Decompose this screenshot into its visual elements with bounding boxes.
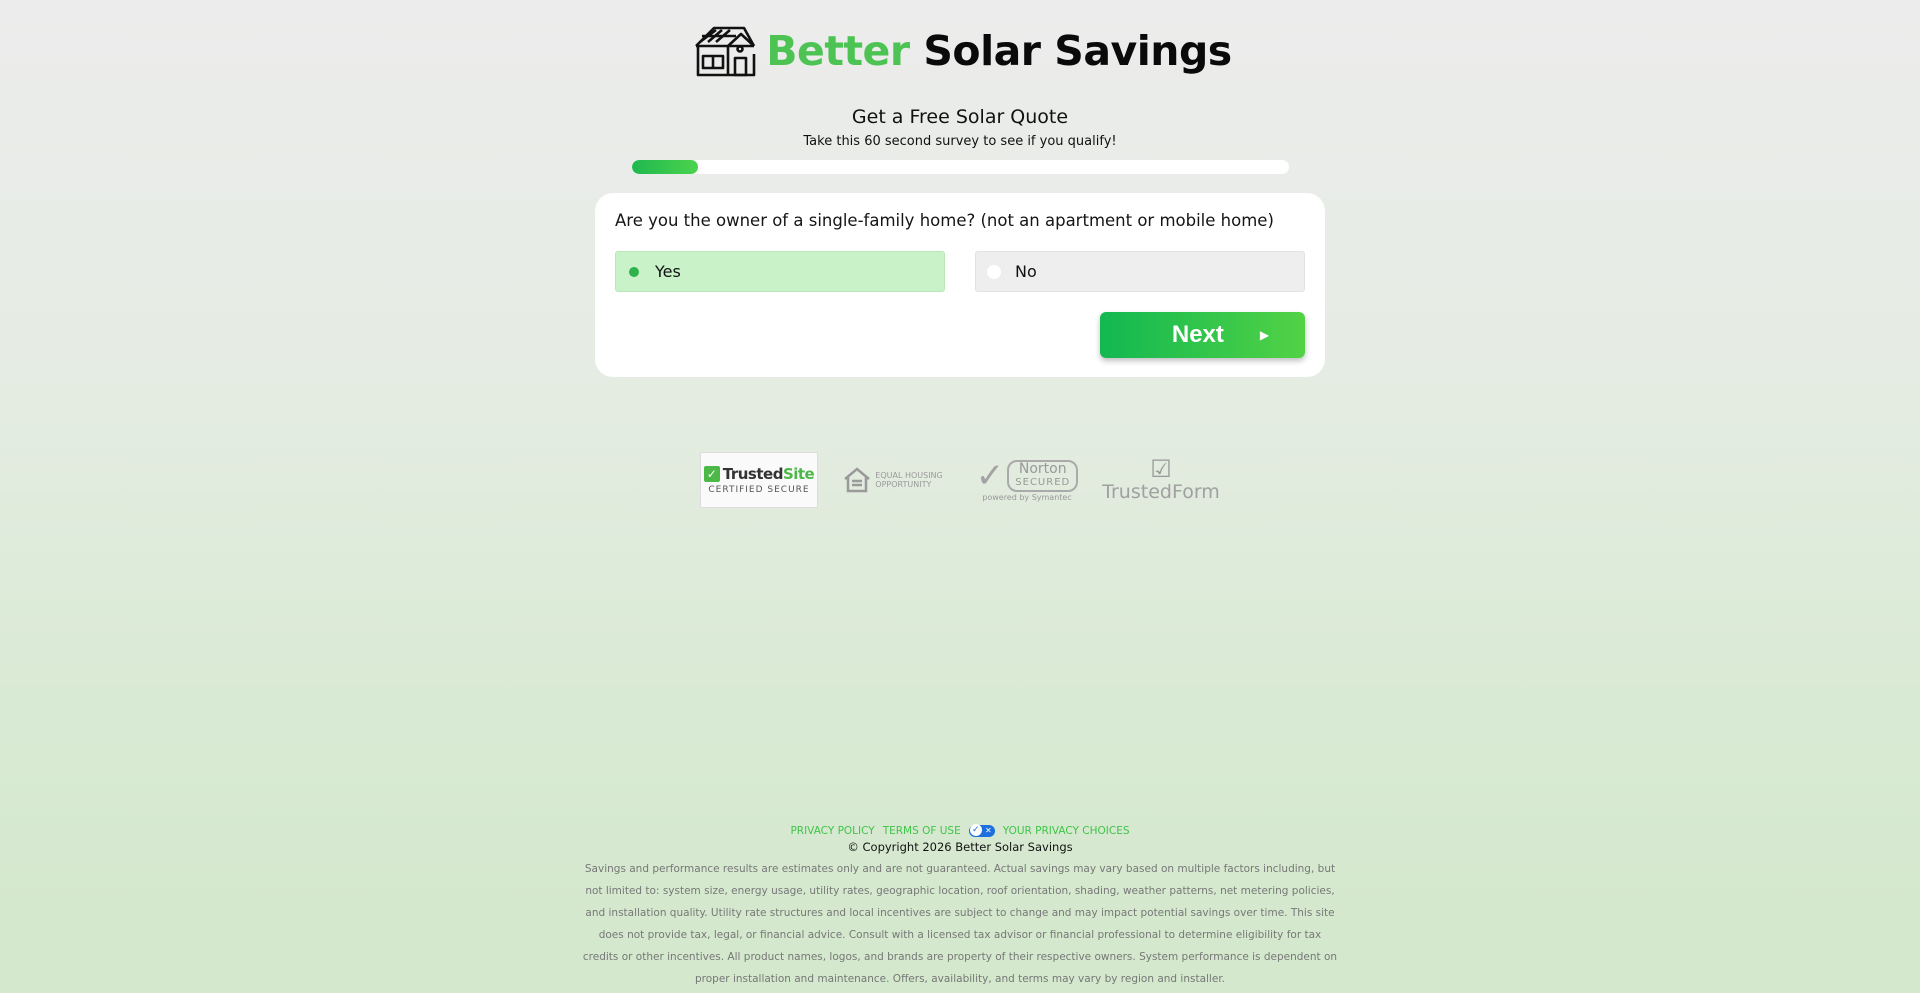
- survey-progress-bar: [632, 160, 1289, 174]
- eho-line1: EQUAL HOUSING: [875, 471, 943, 480]
- radio-selected-icon[interactable]: [627, 264, 641, 279]
- trust-badges: ✓ TrustedSite CERTIFIED SECURE EQUAL HOU…: [0, 452, 1920, 508]
- checkmark-icon: ✓: [703, 466, 720, 482]
- page-subtitle: Take this 60 second survey to see if you…: [803, 134, 1117, 149]
- equal-housing-badge: EQUAL HOUSING OPPORTUNITY: [834, 452, 952, 508]
- copyright: © Copyright 2026 Better Solar Savings: [847, 840, 1073, 854]
- trustedsite-badge[interactable]: ✓ TrustedSite CERTIFIED SECURE: [700, 452, 818, 508]
- norton-check-icon: ✓: [975, 455, 1005, 496]
- privacy-choices-link[interactable]: YOUR PRIVACY CHOICES: [1003, 825, 1130, 837]
- disclaimer: Savings and performance results are esti…: [582, 863, 1338, 985]
- norton-badge[interactable]: ✓ Norton SECURED powered by Symantec: [968, 452, 1086, 508]
- footer-links: PRIVACY POLICY TERMS OF USE YOUR PRIVACY…: [0, 824, 1920, 837]
- option-no-label: No: [1015, 262, 1037, 281]
- norton-secured: SECURED: [1015, 476, 1071, 488]
- eho-line2: OPPORTUNITY: [875, 480, 932, 489]
- privacy-choices-icon[interactable]: [968, 824, 995, 837]
- house-icon: [844, 467, 871, 493]
- survey-progress-fill: [632, 160, 698, 174]
- radio-unselected-icon[interactable]: [987, 264, 1001, 279]
- form-check-icon: ☑: [1150, 455, 1172, 483]
- option-yes[interactable]: Yes: [615, 251, 945, 292]
- solar-house-icon: [695, 26, 756, 77]
- question-card: Are you the owner of a single-family hom…: [595, 193, 1325, 377]
- trustedsite-name: Trusted: [722, 465, 784, 483]
- terms-of-use-link[interactable]: TERMS OF USE: [883, 825, 961, 837]
- question-text: Are you the owner of a single-family hom…: [615, 211, 1274, 230]
- trustedform-name: TrustedForm: [1102, 481, 1220, 503]
- page-title: Get a Free Solar Quote: [851, 106, 1069, 128]
- brand-name-rest: Solar Savings: [923, 27, 1232, 75]
- norton-sub: powered by Symantec: [982, 492, 1072, 502]
- privacy-policy-link[interactable]: PRIVACY POLICY: [790, 825, 874, 837]
- trustedform-badge: ☑ TrustedForm: [1102, 452, 1220, 508]
- trustedsite-sub: CERTIFIED SECURE: [708, 485, 810, 495]
- brand-name-accent: Better: [766, 27, 910, 75]
- option-no[interactable]: No: [975, 251, 1305, 292]
- next-button-label: Next: [1171, 321, 1224, 348]
- play-arrow-icon: ▶: [1259, 328, 1270, 342]
- trustedsite-name-accent: Site: [782, 465, 815, 483]
- option-yes-label: Yes: [655, 262, 681, 281]
- next-button[interactable]: Next ▶: [1100, 312, 1305, 358]
- norton-name: Norton: [1018, 460, 1067, 477]
- brand-logo[interactable]: Better Solar Savings: [0, 24, 1920, 78]
- brand-name: Better Solar Savings: [766, 27, 1232, 75]
